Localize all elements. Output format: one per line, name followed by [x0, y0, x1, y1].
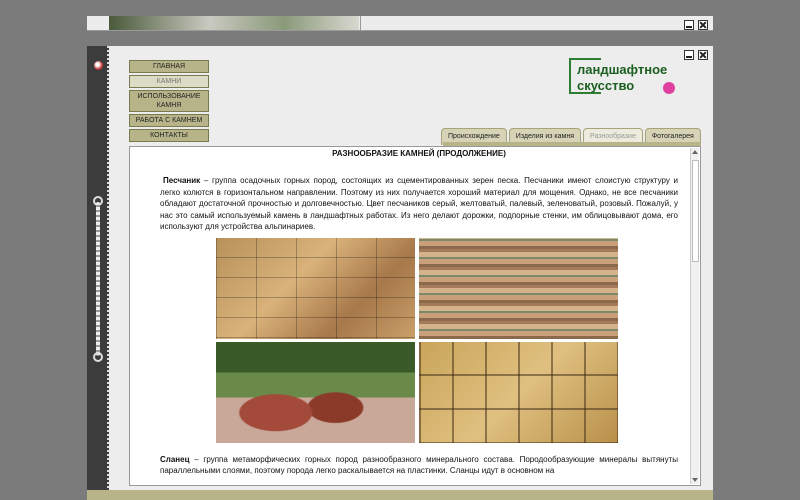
logo-pink-dot-icon	[663, 82, 675, 94]
scroll-up-arrow-icon[interactable]	[692, 150, 698, 154]
nav-item-stones[interactable]: КАМНИ	[129, 75, 209, 88]
paragraph-shale: Сланец – группа метаморфических горных п…	[160, 454, 678, 477]
background-window-photo	[109, 16, 359, 30]
scroll-down-arrow-icon[interactable]	[692, 478, 698, 482]
shale-text: – группа метаморфических горных пород ра…	[160, 454, 678, 476]
footer-bar	[87, 490, 713, 500]
main-nav: ГЛАВНАЯ КАМНИ ИСПОЛЬЗОВАНИЕ КАМНЯ РАБОТА…	[129, 60, 209, 144]
nav-item-contacts[interactable]: КОНТАКТЫ	[129, 129, 209, 142]
term-shale: Сланец	[160, 454, 190, 464]
background-window-divider	[360, 16, 361, 30]
minimize-button[interactable]	[684, 50, 694, 60]
article-heading: РАЗНООБРАЗИЕ КАМНЕЙ (ПРОДОЛЖЕНИЕ)	[332, 149, 506, 158]
sandstone-text: – группа осадочных горных пород, состоящ…	[160, 176, 678, 231]
nav-item-home[interactable]: ГЛАВНАЯ	[129, 60, 209, 73]
photo-layered-stone	[419, 237, 618, 339]
site-logo[interactable]: ландшафтное скусство	[569, 58, 679, 100]
nav-item-stone-use[interactable]: ИСПОЛЬЗОВАНИЕ КАМНЯ	[129, 90, 209, 112]
background-close-button[interactable]	[698, 20, 708, 30]
red-dot-icon	[94, 61, 103, 70]
term-sandstone: Песчаник	[163, 176, 201, 185]
photo-garden-retaining-wall	[216, 341, 415, 443]
logo-line-2: скусство	[577, 78, 635, 93]
article: РАЗНООБРАЗИЕ КАМНЕЙ (ПРОДОЛЖЕНИЕ) Песчан…	[130, 147, 690, 477]
content-panel: РАЗНООБРАЗИЕ КАМНЕЙ (ПРОДОЛЖЕНИЕ) Песчан…	[129, 146, 701, 486]
photo-grid	[216, 237, 618, 443]
scroll-thumb[interactable]	[692, 160, 699, 262]
left-decorative-bar	[87, 46, 109, 500]
photo-sandstone-wall	[216, 237, 415, 339]
close-button[interactable]	[698, 50, 708, 60]
rope-bottom-loop-icon	[93, 352, 103, 362]
rope-scroll-handle[interactable]	[96, 202, 100, 356]
photo-stone-blocks	[419, 341, 618, 443]
background-minimize-button[interactable]	[684, 20, 694, 30]
main-window: ГЛАВНАЯ КАМНИ ИСПОЛЬЗОВАНИЕ КАМНЯ РАБОТА…	[87, 46, 713, 500]
content-scrollbar[interactable]	[690, 148, 699, 484]
paragraph-sandstone: Песчаник – группа осадочных горных пород…	[160, 175, 678, 233]
logo-line-1: ландшафтное	[577, 62, 668, 77]
nav-item-stone-work[interactable]: РАБОТА С КАМНЕМ	[129, 114, 209, 127]
